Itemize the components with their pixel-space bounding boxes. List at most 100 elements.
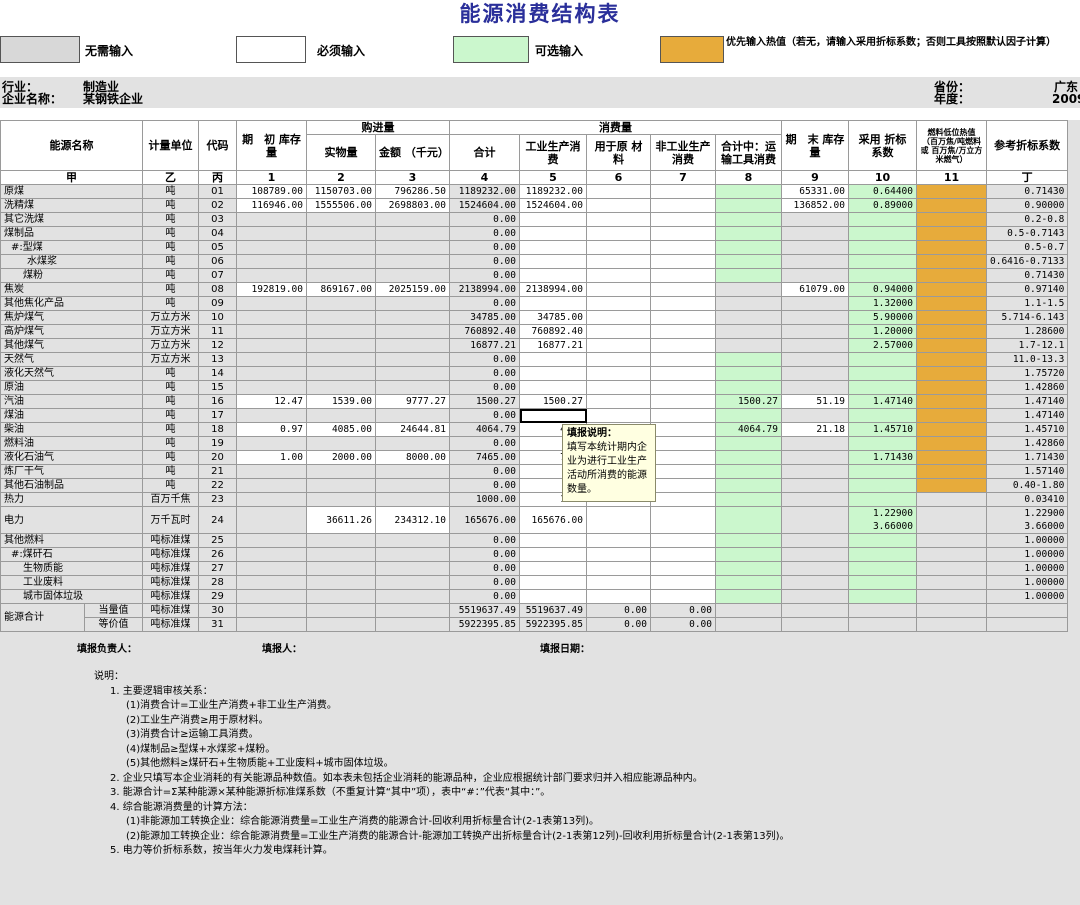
cell-c8[interactable] — [715, 492, 782, 507]
cell-c10[interactable]: 1.22900 3.66000 — [848, 506, 917, 534]
cell-c8[interactable] — [715, 338, 782, 353]
cell-c6[interactable] — [586, 198, 651, 213]
cell-c8[interactable] — [715, 561, 782, 576]
cell-c5[interactable] — [519, 240, 587, 255]
cell-c2[interactable] — [306, 296, 376, 311]
cell-c6[interactable] — [586, 296, 651, 311]
cell-c6[interactable] — [586, 589, 651, 604]
cell-c10[interactable] — [848, 226, 917, 241]
cell-c5[interactable]: 2138994.00 — [519, 282, 587, 297]
cell-c11[interactable] — [916, 338, 987, 353]
cell-c9[interactable]: 61079.00 — [781, 282, 849, 297]
cell-c9[interactable] — [781, 268, 849, 283]
cell-c11[interactable] — [916, 366, 987, 381]
cell-c10[interactable] — [848, 547, 917, 562]
cell-c9[interactable] — [781, 464, 849, 479]
cell-c9[interactable] — [781, 366, 849, 381]
cell-c2[interactable] — [306, 310, 376, 325]
cell-c2[interactable] — [306, 352, 376, 367]
cell-c2[interactable] — [306, 366, 376, 381]
cell-c7[interactable] — [650, 547, 716, 562]
cell-c2[interactable]: 2000.00 — [306, 450, 376, 465]
cell-c1[interactable] — [236, 561, 307, 576]
cell-c3[interactable] — [375, 268, 450, 283]
cell-c8[interactable] — [715, 310, 782, 325]
cell-c8[interactable] — [715, 198, 782, 213]
cell-c11[interactable] — [916, 506, 987, 534]
cell-c5[interactable] — [519, 408, 587, 423]
cell-c11[interactable] — [916, 394, 987, 409]
cell-c3[interactable] — [375, 380, 450, 395]
cell-c10[interactable] — [848, 575, 917, 590]
cell-c5[interactable] — [519, 352, 587, 367]
cell-c7[interactable] — [650, 436, 716, 451]
cell-c7[interactable] — [650, 282, 716, 297]
cell-c9[interactable] — [781, 408, 849, 423]
cell-c7[interactable] — [650, 394, 716, 409]
cell-c5[interactable]: 16877.21 — [519, 338, 587, 353]
cell-c8[interactable] — [715, 533, 782, 548]
cell-c10[interactable] — [848, 492, 917, 507]
cell-c7[interactable] — [650, 561, 716, 576]
cell-c5[interactable]: 1500.27 — [519, 394, 587, 409]
cell-c9[interactable] — [781, 506, 849, 534]
cell-c5[interactable]: 1189232.00 — [519, 184, 587, 199]
cell-c1[interactable] — [236, 464, 307, 479]
cell-c11[interactable] — [916, 352, 987, 367]
cell-c1[interactable]: 1.00 — [236, 450, 307, 465]
cell-c7[interactable] — [650, 184, 716, 199]
cell-c2[interactable]: 1555506.00 — [306, 198, 376, 213]
cell-c8[interactable] — [715, 226, 782, 241]
cell-c9[interactable] — [781, 324, 849, 339]
cell-c5[interactable]: 1524604.00 — [519, 198, 587, 213]
cell-c5[interactable]: 34785.00 — [519, 310, 587, 325]
cell-c3[interactable] — [375, 324, 450, 339]
cell-c10[interactable]: 1.71430 — [848, 450, 917, 465]
cell-c2[interactable] — [306, 464, 376, 479]
cell-c1[interactable] — [236, 296, 307, 311]
cell-c3[interactable] — [375, 492, 450, 507]
cell-c2[interactable]: 869167.00 — [306, 282, 376, 297]
cell-c3[interactable] — [375, 352, 450, 367]
cell-c7[interactable] — [650, 254, 716, 269]
cell-c1[interactable] — [236, 589, 307, 604]
cell-c7[interactable] — [650, 422, 716, 437]
cell-c6[interactable] — [586, 240, 651, 255]
cell-c3[interactable] — [375, 408, 450, 423]
cell-c8[interactable] — [715, 184, 782, 199]
cell-c8[interactable] — [715, 254, 782, 269]
cell-c11[interactable] — [916, 575, 987, 590]
cell-c5[interactable] — [519, 366, 587, 381]
cell-c2[interactable] — [306, 380, 376, 395]
cell-c11[interactable] — [916, 547, 987, 562]
cell-c10[interactable]: 5.90000 — [848, 310, 917, 325]
cell-c10[interactable]: 2.57000 — [848, 338, 917, 353]
cell-c8[interactable] — [715, 506, 782, 534]
cell-c8[interactable] — [715, 478, 782, 493]
cell-c7[interactable] — [650, 268, 716, 283]
cell-c10[interactable] — [848, 212, 917, 227]
cell-c5[interactable] — [519, 561, 587, 576]
cell-c3[interactable] — [375, 478, 450, 493]
cell-c3[interactable]: 234312.10 — [375, 506, 450, 534]
cell-c6[interactable] — [586, 380, 651, 395]
cell-c1[interactable]: 192819.00 — [236, 282, 307, 297]
cell-c7[interactable] — [650, 492, 716, 507]
cell-c11[interactable] — [916, 561, 987, 576]
cell-c7[interactable] — [650, 380, 716, 395]
cell-c11[interactable] — [916, 422, 987, 437]
cell-c1[interactable]: 108789.00 — [236, 184, 307, 199]
cell-c6[interactable] — [586, 506, 651, 534]
cell-c2[interactable] — [306, 436, 376, 451]
cell-c6[interactable] — [586, 310, 651, 325]
cell-c6[interactable] — [586, 533, 651, 548]
cell-c11[interactable] — [916, 380, 987, 395]
cell-c1[interactable] — [236, 492, 307, 507]
cell-c6[interactable] — [586, 268, 651, 283]
cell-c5[interactable] — [519, 533, 587, 548]
cell-c1[interactable] — [236, 240, 307, 255]
cell-c1[interactable] — [236, 212, 307, 227]
cell-c3[interactable] — [375, 561, 450, 576]
cell-c2[interactable] — [306, 478, 376, 493]
cell-c3[interactable] — [375, 589, 450, 604]
